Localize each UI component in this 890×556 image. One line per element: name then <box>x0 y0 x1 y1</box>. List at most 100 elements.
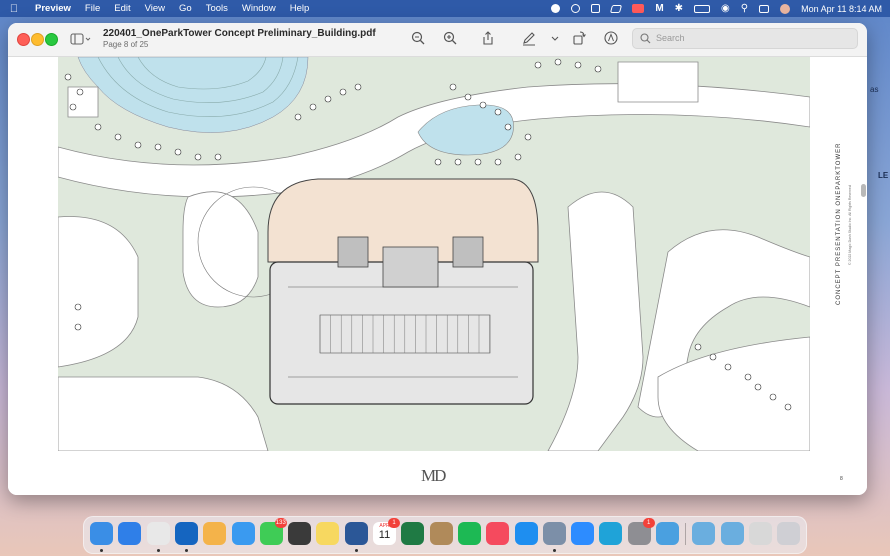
search-placeholder: Search <box>656 33 685 43</box>
menu-clock[interactable]: Mon Apr 11 8:14 AM <box>801 4 882 14</box>
downloads-folder-icon[interactable] <box>692 522 716 545</box>
creative-cloud-icon[interactable] <box>610 4 623 13</box>
chrome-icon[interactable] <box>146 522 170 545</box>
pdf-page[interactable]: CONCEPT PRESENTATION ONEPARKTOWER © 2022… <box>8 57 867 495</box>
control-center-icon[interactable] <box>759 4 770 13</box>
malwarebytes-icon[interactable]: M <box>655 3 663 14</box>
finder-icon[interactable] <box>90 522 113 545</box>
dock-separator <box>685 523 687 545</box>
tree-symbol <box>154 143 162 151</box>
tree-symbol <box>769 393 777 401</box>
mail-icon[interactable] <box>231 522 255 545</box>
app-store-icon[interactable] <box>514 522 538 545</box>
vertical-scrollbar[interactable] <box>861 184 866 197</box>
sidebar-toggle-button[interactable] <box>70 32 92 46</box>
share-icon <box>483 31 493 45</box>
messages-icon[interactable]: 133 <box>259 518 287 545</box>
background-text-fragment: LE <box>878 171 889 180</box>
menu-app-name[interactable]: Preview <box>28 3 78 14</box>
tree-symbol <box>354 83 362 91</box>
contacts-icon[interactable] <box>429 522 453 545</box>
spotlight-search-icon[interactable]: ⚲ <box>741 3 748 14</box>
tree-symbol <box>76 88 84 96</box>
menu-view[interactable]: View <box>138 3 172 14</box>
zoom-out-icon <box>411 31 425 45</box>
word-icon[interactable] <box>344 522 368 545</box>
tree-symbol <box>494 108 502 116</box>
excel-icon[interactable] <box>401 522 425 545</box>
bluetooth-icon[interactable]: ✱ <box>675 3 683 14</box>
location-shield-icon[interactable] <box>551 4 561 13</box>
wifi-icon[interactable]: ◉ <box>721 3 730 14</box>
tree-symbol <box>64 73 72 81</box>
calculator-icon[interactable] <box>288 522 312 545</box>
tree-symbol <box>69 103 77 111</box>
document-stack-icon[interactable] <box>748 522 772 545</box>
network-globe-icon[interactable] <box>656 522 679 545</box>
applications-folder-icon[interactable] <box>720 522 744 545</box>
notes-icon[interactable] <box>316 522 340 545</box>
minimize-window-button[interactable] <box>31 33 44 46</box>
preview-icon[interactable] <box>542 522 566 545</box>
running-app-indicator <box>184 549 188 552</box>
menu-window[interactable]: Window <box>235 3 283 14</box>
menu-tools[interactable]: Tools <box>199 3 235 14</box>
tree-symbol <box>524 133 532 141</box>
extension-status-icon[interactable] <box>632 4 645 13</box>
safari-icon[interactable] <box>118 522 142 545</box>
tree-symbol <box>474 158 482 166</box>
tree-symbol <box>309 103 317 111</box>
sidebar-icon <box>70 33 91 45</box>
search-field[interactable]: Search <box>632 28 858 49</box>
music-icon[interactable] <box>486 522 510 545</box>
menu-edit[interactable]: Edit <box>107 3 137 14</box>
calendar-icon[interactable]: APR 11 1 <box>373 518 400 545</box>
preview-window: 220401_OneParkTower Concept Preliminary_… <box>8 23 867 495</box>
pen-icon <box>523 32 535 46</box>
apple-menu-icon[interactable]:  <box>0 3 28 15</box>
fingerprint-icon[interactable] <box>571 4 581 13</box>
tree-symbol <box>784 403 792 411</box>
tree-symbol <box>74 303 82 311</box>
chevron-down-icon <box>551 36 559 41</box>
zoom-in-button[interactable] <box>441 30 459 48</box>
zoom-in-icon <box>443 31 457 45</box>
tree-symbol <box>324 95 332 103</box>
tree-symbol <box>744 373 752 381</box>
tree-symbol <box>694 343 702 351</box>
site-floor-plan <box>58 57 810 451</box>
user-avatar-icon[interactable] <box>780 3 791 14</box>
photos-icon[interactable] <box>203 522 227 545</box>
share-button[interactable] <box>479 30 497 48</box>
battery-icon[interactable] <box>694 4 711 13</box>
dock: 133 APR 11 1 1 <box>83 516 807 554</box>
markup-options-button[interactable] <box>546 30 564 48</box>
window-toolbar: 220401_OneParkTower Concept Preliminary_… <box>8 23 867 57</box>
search-icon <box>640 33 651 44</box>
touch-id-icon[interactable] <box>599 522 623 545</box>
menu-file[interactable]: File <box>78 3 107 14</box>
close-window-button[interactable] <box>17 33 30 46</box>
trash-icon[interactable] <box>777 522 801 545</box>
rotate-icon <box>573 31 586 45</box>
tree-symbol <box>94 123 102 131</box>
calendar-day: 11 <box>378 529 391 541</box>
menu-help[interactable]: Help <box>283 3 317 14</box>
markup-button[interactable] <box>520 30 538 48</box>
annotate-button[interactable] <box>602 30 620 48</box>
tree-symbol <box>464 93 472 101</box>
zoom-out-button[interactable] <box>409 30 427 48</box>
spotify-icon[interactable] <box>457 522 481 545</box>
tree-symbol <box>194 153 202 161</box>
system-preferences-icon[interactable]: 1 <box>627 518 655 545</box>
menu-go[interactable]: Go <box>172 3 199 14</box>
tree-symbol <box>454 158 462 166</box>
notification-badge: 1 <box>388 518 400 528</box>
tree-symbol <box>554 58 562 66</box>
page-indicator: Page 8 of 25 <box>103 40 149 49</box>
rotate-button[interactable] <box>570 30 588 48</box>
lock-icon[interactable] <box>591 4 601 13</box>
zoom-icon[interactable] <box>571 522 595 545</box>
zoom-window-button[interactable] <box>45 33 58 46</box>
outlook-icon[interactable] <box>174 522 198 545</box>
